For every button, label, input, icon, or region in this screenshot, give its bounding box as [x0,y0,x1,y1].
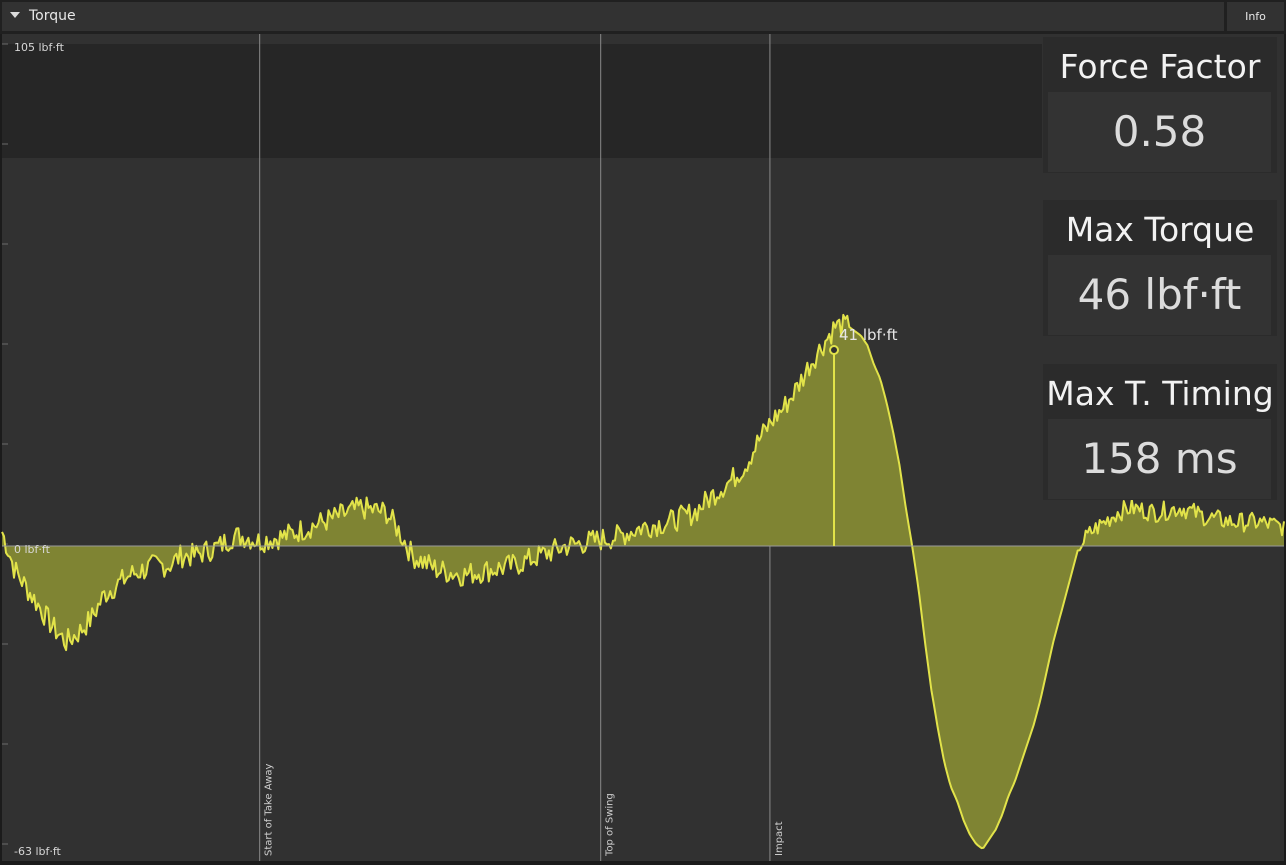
peak-marker-dot [829,344,840,355]
event-marker-label: Start of Take Away [264,763,275,856]
max-timing-value-box: 158 ms [1048,419,1271,499]
max-torque-value: 46 lbf·ft [1077,270,1242,319]
max-torque-label: Max Torque [1065,210,1255,249]
max-timing-value: 158 ms [1081,434,1238,483]
max-torque-value-box: 46 lbf·ft [1048,255,1271,335]
force-factor-value: 0.58 [1112,107,1207,156]
max-timing-label: Max T. Timing [1046,374,1274,413]
peak-label: 41 lbf·ft [839,326,898,344]
panel-header: Torque Info [0,0,1286,34]
max-torque-card: Max Torque 46 lbf·ft [1043,200,1277,336]
panel-toggle[interactable]: Torque [2,2,1224,31]
force-factor-value-box: 0.58 [1048,92,1271,172]
y-label-zero: 0 lbf·ft [14,543,51,556]
event-marker-label: Top of Swing [605,793,616,857]
force-factor-label: Force Factor [1059,47,1261,86]
upper-band [2,44,1042,158]
event-marker-label: Impact [774,821,785,856]
info-button[interactable]: Info [1227,2,1284,31]
caret-down-icon[interactable] [10,12,20,18]
force-factor-card: Force Factor 0.58 [1043,37,1277,173]
y-label-bottom: -63 lbf·ft [14,845,62,858]
panel-title: Torque [29,8,76,24]
y-label-top: 105 lbf·ft [14,41,65,54]
max-timing-card: Max T. Timing 158 ms [1043,364,1277,500]
